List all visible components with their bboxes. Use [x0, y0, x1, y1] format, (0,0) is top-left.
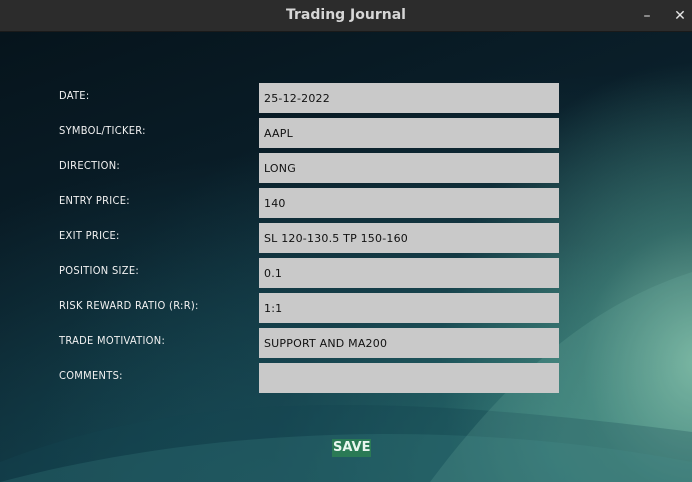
direction-input[interactable] — [259, 153, 559, 183]
form-area: DATE: SYMBOL/TICKER: DIRECTION: ENTRY PR… — [0, 32, 692, 482]
date-label: DATE: — [59, 89, 90, 102]
direction-label: DIRECTION: — [59, 159, 121, 172]
position-size-label: POSITION SIZE: — [59, 264, 140, 277]
window-title: Trading Journal — [286, 7, 406, 23]
comments-input[interactable] — [259, 363, 559, 393]
entry-price-label: ENTRY PRICE: — [59, 194, 130, 207]
risk-reward-input[interactable] — [259, 293, 559, 323]
date-input[interactable] — [259, 83, 559, 113]
trade-motivation-label: TRADE MOTIVATION: — [59, 334, 166, 347]
comments-label: COMMENTS: — [59, 369, 123, 382]
symbol-label: SYMBOL/TICKER: — [59, 124, 146, 137]
exit-price-label: EXIT PRICE: — [59, 229, 120, 242]
title-bar[interactable]: Trading Journal – ✕ — [0, 0, 692, 32]
risk-reward-label: RISK REWARD RATIO (R:R): — [59, 299, 199, 312]
symbol-input[interactable] — [259, 118, 559, 148]
entry-price-input[interactable] — [259, 188, 559, 218]
close-icon[interactable]: ✕ — [670, 6, 690, 26]
exit-price-input[interactable] — [259, 223, 559, 253]
minimize-icon[interactable]: – — [637, 6, 657, 26]
save-button[interactable]: SAVE — [332, 439, 372, 457]
trade-motivation-input[interactable] — [259, 328, 559, 358]
position-size-input[interactable] — [259, 258, 559, 288]
app-window: Trading Journal – ✕ DATE: SYMBOL/TICKER:… — [0, 0, 692, 482]
